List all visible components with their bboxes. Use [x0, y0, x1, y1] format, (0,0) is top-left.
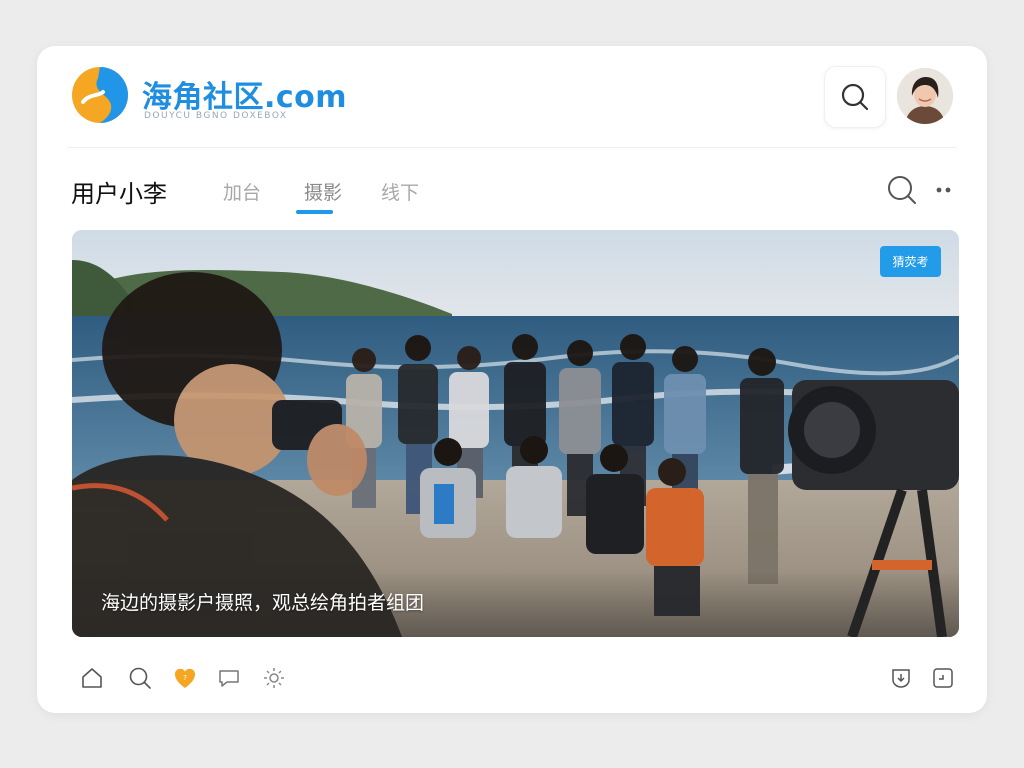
- post-card: 海角社区.com DOUYCU BGNO DOXEBOX 用户小李 加台 摄影 …: [37, 46, 987, 713]
- post-photo[interactable]: 猜荧考 海边的摄影户摄照，观总绘角拍者组团: [72, 230, 959, 637]
- comment-icon[interactable]: [216, 665, 242, 691]
- post-caption: 海边的摄影户摄照，观总绘角拍者组团: [101, 592, 425, 614]
- search-button[interactable]: [824, 66, 886, 128]
- brand-subtitle: DOUYCU BGNO DOXEBOX: [144, 111, 288, 121]
- search-icon: [841, 83, 869, 111]
- logo-icon[interactable]: [71, 66, 129, 124]
- header-divider: [67, 147, 957, 148]
- post-tag-badge[interactable]: 猜荧考: [880, 246, 941, 277]
- search-icon[interactable]: [127, 665, 153, 691]
- heart-badge-icon[interactable]: ?: [172, 665, 198, 691]
- active-tab-indicator: [296, 210, 333, 214]
- tab-photography[interactable]: 摄影: [304, 178, 342, 205]
- username[interactable]: 用户小李: [71, 174, 167, 209]
- home-icon[interactable]: [79, 665, 105, 691]
- download-icon[interactable]: [888, 665, 914, 691]
- tab-join[interactable]: 加台: [223, 178, 261, 205]
- share-icon[interactable]: [930, 665, 956, 691]
- search-icon[interactable]: [886, 174, 918, 206]
- settings-icon[interactable]: [261, 665, 287, 691]
- tab-offline[interactable]: 线下: [381, 178, 419, 205]
- svg-text:?: ?: [183, 674, 187, 682]
- brand-name[interactable]: 海角社区.com: [142, 72, 347, 116]
- avatar[interactable]: [897, 68, 953, 124]
- more-icon[interactable]: [934, 182, 954, 196]
